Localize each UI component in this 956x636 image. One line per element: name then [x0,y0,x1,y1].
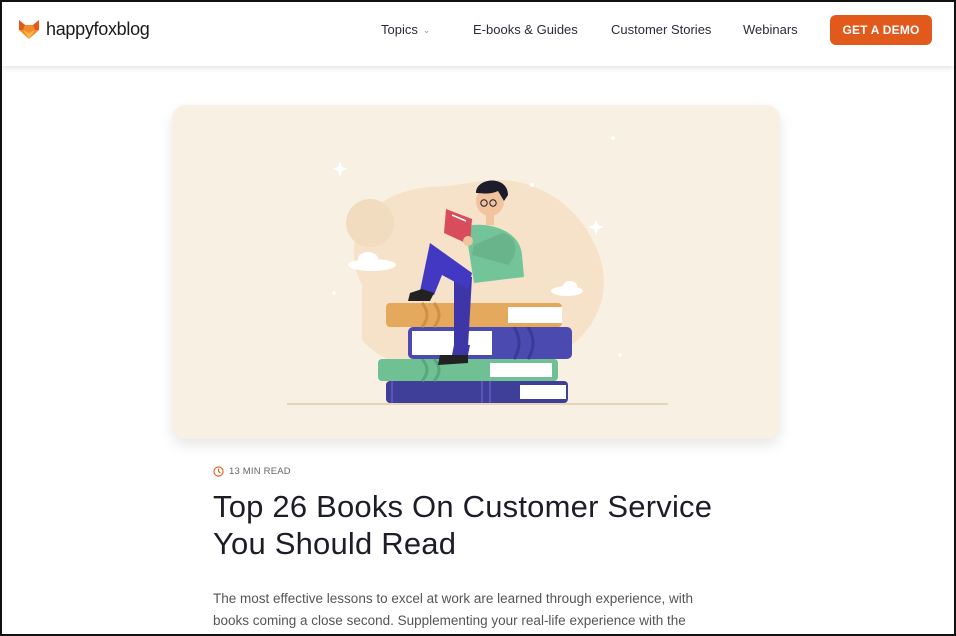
fox-logo-icon [19,20,39,39]
logo-brand: happyfox [46,18,117,39]
logo-suffix: blog [116,18,150,39]
title-line-2: You Should Read [213,526,457,561]
reading-person-illustration [287,136,668,405]
nav-item-webinars[interactable]: Webinars [743,22,798,37]
clock-icon [213,466,224,477]
nav-item-customer-stories[interactable]: Customer Stories [611,22,711,37]
nav-item-label: E-books & Guides [473,22,578,37]
nav-item-label: Webinars [743,22,798,37]
hero-illustration [172,105,780,439]
page: happyfox blog Topics ⌄ E-books & Guides Cu… [0,0,956,636]
read-time: 13 MIN READ [229,466,291,477]
title-line-1: Top 26 Books On Customer Service [213,489,713,524]
nav-item-label: Topics [381,22,418,37]
excerpt-line-1: The most effective lessons to excel at w… [213,591,694,606]
site-header: happyfox blog Topics ⌄ E-books & Guides Cu… [2,2,954,66]
nav-item-ebooks[interactable]: E-books & Guides [473,22,578,37]
nav-item-label: Customer Stories [611,22,712,37]
nav-item-topics[interactable]: Topics ⌄ [381,22,430,37]
article-excerpt: The most effective lessons to excel at w… [213,588,743,632]
article-meta: 13 MIN READ [213,466,291,477]
article-title: Top 26 Books On Customer Service You Sho… [213,488,773,562]
site-logo[interactable]: happyfox blog [18,16,150,42]
get-a-demo-button[interactable]: GET A DEMO [830,15,932,45]
excerpt-line-2: books coming a close second. Supplementi… [213,613,686,628]
chevron-down-icon: ⌄ [422,25,431,35]
